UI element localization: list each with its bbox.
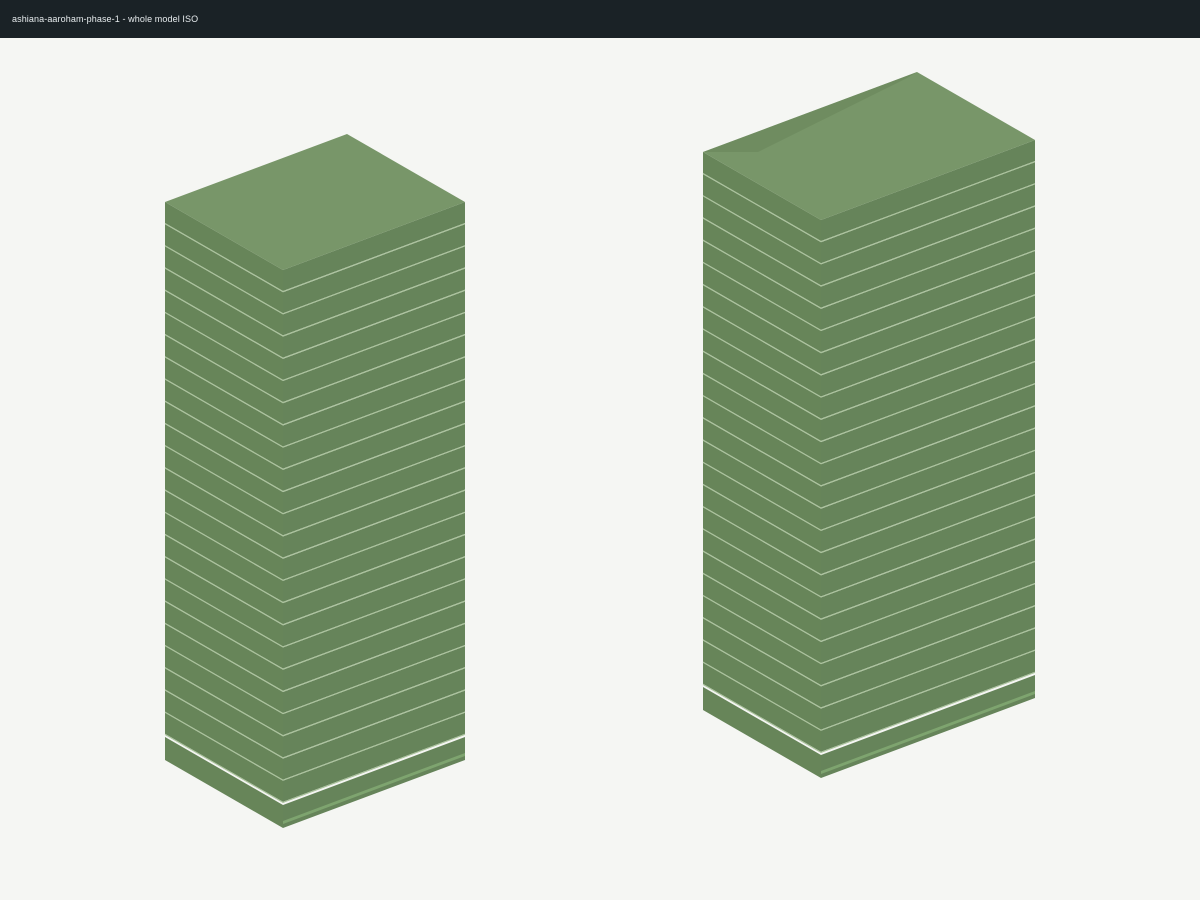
app-window: ashiana-aaroham-phase-1 - whole model IS… — [0, 0, 1200, 900]
iso-model-canvas[interactable] — [0, 38, 1200, 900]
tower-2[interactable] — [702, 72, 1036, 778]
window-title: ashiana-aaroham-phase-1 - whole model IS… — [12, 14, 199, 24]
tower-1[interactable] — [164, 134, 466, 828]
title-bar: ashiana-aaroham-phase-1 - whole model IS… — [0, 0, 1200, 38]
3d-viewport[interactable] — [0, 38, 1200, 900]
